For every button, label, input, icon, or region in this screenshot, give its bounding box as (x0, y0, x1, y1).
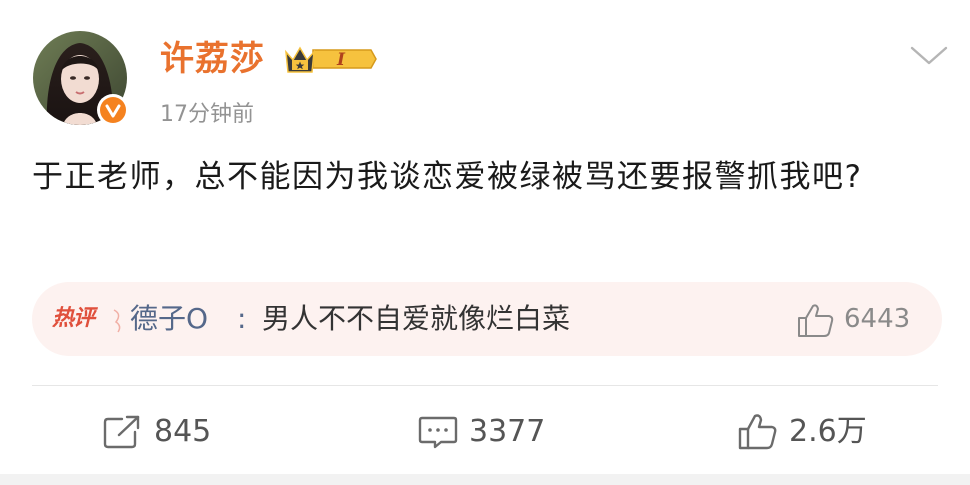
thumbs-up-icon (738, 414, 777, 450)
crown-badge-icon[interactable]: I (283, 42, 377, 76)
chevron-down-icon[interactable] (906, 40, 952, 70)
hot-comment-text: 男人不不自爱就像烂白菜 (262, 302, 571, 335)
thumbs-up-icon[interactable] (796, 302, 836, 340)
comment-button[interactable]: 3377 (417, 408, 545, 456)
like-button[interactable]: 2.6万 (737, 408, 867, 456)
comment-icon (418, 416, 458, 449)
card-separator (0, 474, 970, 485)
hot-comment[interactable]: 热评 德子O : 男人不不自爱就像烂白菜 6443 (32, 282, 942, 356)
hot-comment-colon: : (237, 302, 247, 335)
like-count: 2.6万 (789, 414, 867, 449)
divider (32, 385, 938, 386)
hot-comment-author[interactable]: 德子O (130, 300, 208, 338)
repost-button[interactable]: 845 (102, 408, 211, 456)
repost-icon (103, 415, 140, 449)
vip-level: I (336, 50, 346, 70)
flame-icon (110, 300, 126, 340)
comment-count: 3377 (469, 414, 546, 449)
post-time: 17分钟前 (160, 102, 254, 127)
verified-badge-icon (97, 94, 129, 126)
weibo-post-card: 许荔莎 I 17分钟前 于正老师，总不能因为我谈恋爱被绿被骂还要报警抓我吧? 热… (0, 0, 970, 474)
hot-comment-like-count: 6443 (844, 304, 911, 334)
hot-comment-tag: 热评 (52, 306, 95, 331)
user-name[interactable]: 许荔莎 (160, 36, 265, 82)
repost-count: 845 (154, 414, 212, 449)
post-text[interactable]: 于正老师，总不能因为我谈恋爱被绿被骂还要报警抓我吧? (32, 152, 932, 202)
